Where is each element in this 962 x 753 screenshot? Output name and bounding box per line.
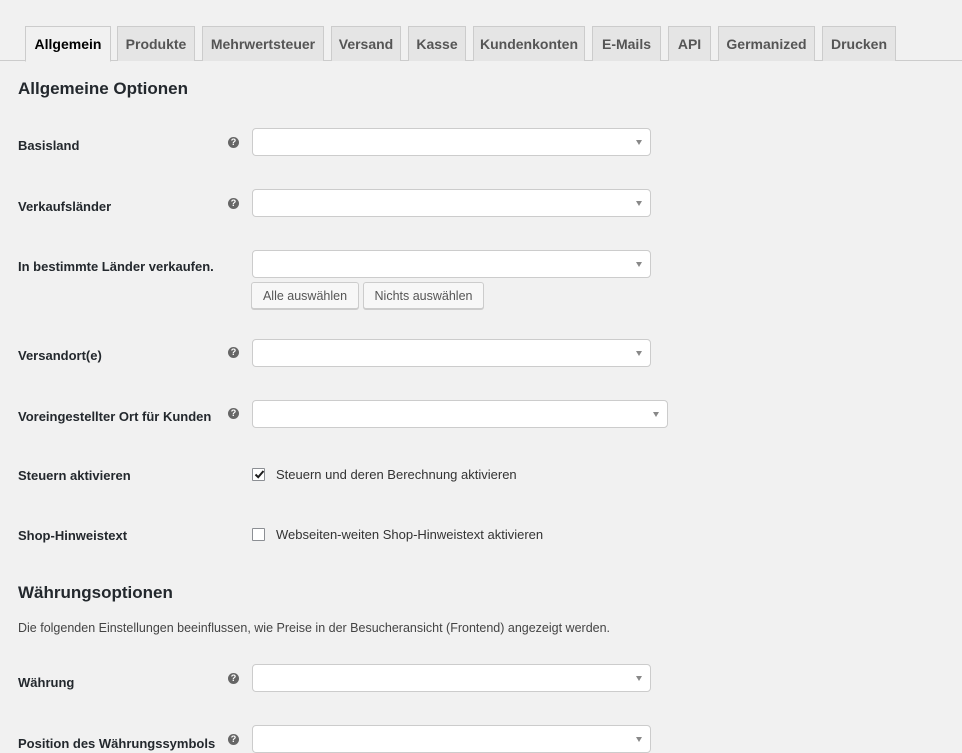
section-heading-currency: Währungsoptionen bbox=[18, 583, 173, 602]
tab-mehrwertsteuer[interactable]: Mehrwertsteuer bbox=[202, 26, 324, 61]
standard-ort-select[interactable] bbox=[252, 400, 668, 428]
tab-produkte[interactable]: Produkte bbox=[117, 26, 195, 61]
waehrung-label: Währung bbox=[18, 675, 75, 690]
section-heading-general: Allgemeine Optionen bbox=[18, 79, 189, 98]
basisland-label: Basisland bbox=[18, 138, 80, 153]
versandort-label: Versandort(e) bbox=[18, 348, 102, 363]
tab-emails[interactable]: E-Mails bbox=[592, 26, 661, 61]
position-label: Position des Währungssymbols bbox=[18, 736, 216, 751]
question-mark-help-icon[interactable]: ? bbox=[228, 137, 239, 148]
steuern-checkbox[interactable] bbox=[252, 468, 265, 481]
chevron-down-icon bbox=[636, 676, 642, 681]
question-mark-help-icon[interactable]: ? bbox=[228, 198, 239, 209]
verkaufslaender-label: Verkaufsländer bbox=[18, 199, 112, 214]
tab-kundenkonten[interactable]: Kundenkonten bbox=[473, 26, 585, 61]
question-mark-help-icon[interactable]: ? bbox=[228, 347, 239, 358]
question-mark-help-icon[interactable]: ? bbox=[228, 408, 239, 419]
chevron-down-icon bbox=[636, 351, 642, 356]
select-all-button[interactable]: Alle auswählen bbox=[251, 282, 359, 309]
chevron-down-icon bbox=[653, 412, 659, 417]
steuern-label: Steuern aktivieren bbox=[18, 468, 131, 483]
check-icon bbox=[254, 470, 265, 479]
question-mark-help-icon[interactable]: ? bbox=[228, 734, 239, 745]
settings-tab-bar: Allgemein Produkte Mehrwertsteuer Versan… bbox=[0, 0, 962, 62]
chevron-down-icon bbox=[636, 262, 642, 267]
versandort-select[interactable] bbox=[252, 339, 651, 367]
currency-description: Die folgenden Einstellungen beeinflussen… bbox=[18, 621, 611, 635]
bestimmte-laender-label: In bestimmte Länder verkaufen. bbox=[18, 259, 214, 274]
chevron-down-icon bbox=[636, 140, 642, 145]
standard-ort-label: Voreingestellter Ort für Kunden bbox=[18, 409, 212, 424]
verkaufslaender-select[interactable] bbox=[252, 189, 651, 217]
tab-versand[interactable]: Versand bbox=[331, 26, 401, 61]
shop-hinweis-checkbox-label[interactable]: Webseiten-weiten Shop-Hinweistext aktivi… bbox=[276, 527, 543, 542]
select-none-button[interactable]: Nichts auswählen bbox=[363, 282, 484, 309]
shop-hinweis-label: Shop-Hinweistext bbox=[18, 528, 128, 543]
basisland-select[interactable] bbox=[252, 128, 651, 156]
shop-hinweis-checkbox[interactable] bbox=[252, 528, 265, 541]
tab-germanized[interactable]: Germanized bbox=[718, 26, 815, 61]
tab-drucken[interactable]: Drucken bbox=[822, 26, 896, 61]
tab-allgemein[interactable]: Allgemein bbox=[25, 26, 111, 62]
tab-kasse[interactable]: Kasse bbox=[408, 26, 466, 61]
bestimmte-laender-select[interactable] bbox=[252, 250, 651, 278]
question-mark-help-icon[interactable]: ? bbox=[228, 673, 239, 684]
chevron-down-icon bbox=[636, 737, 642, 742]
position-select[interactable] bbox=[252, 725, 651, 753]
steuern-checkbox-label[interactable]: Steuern und deren Berechnung aktivieren bbox=[276, 467, 517, 482]
chevron-down-icon bbox=[636, 201, 642, 206]
waehrung-select[interactable] bbox=[252, 664, 651, 692]
tab-api[interactable]: API bbox=[668, 26, 711, 61]
